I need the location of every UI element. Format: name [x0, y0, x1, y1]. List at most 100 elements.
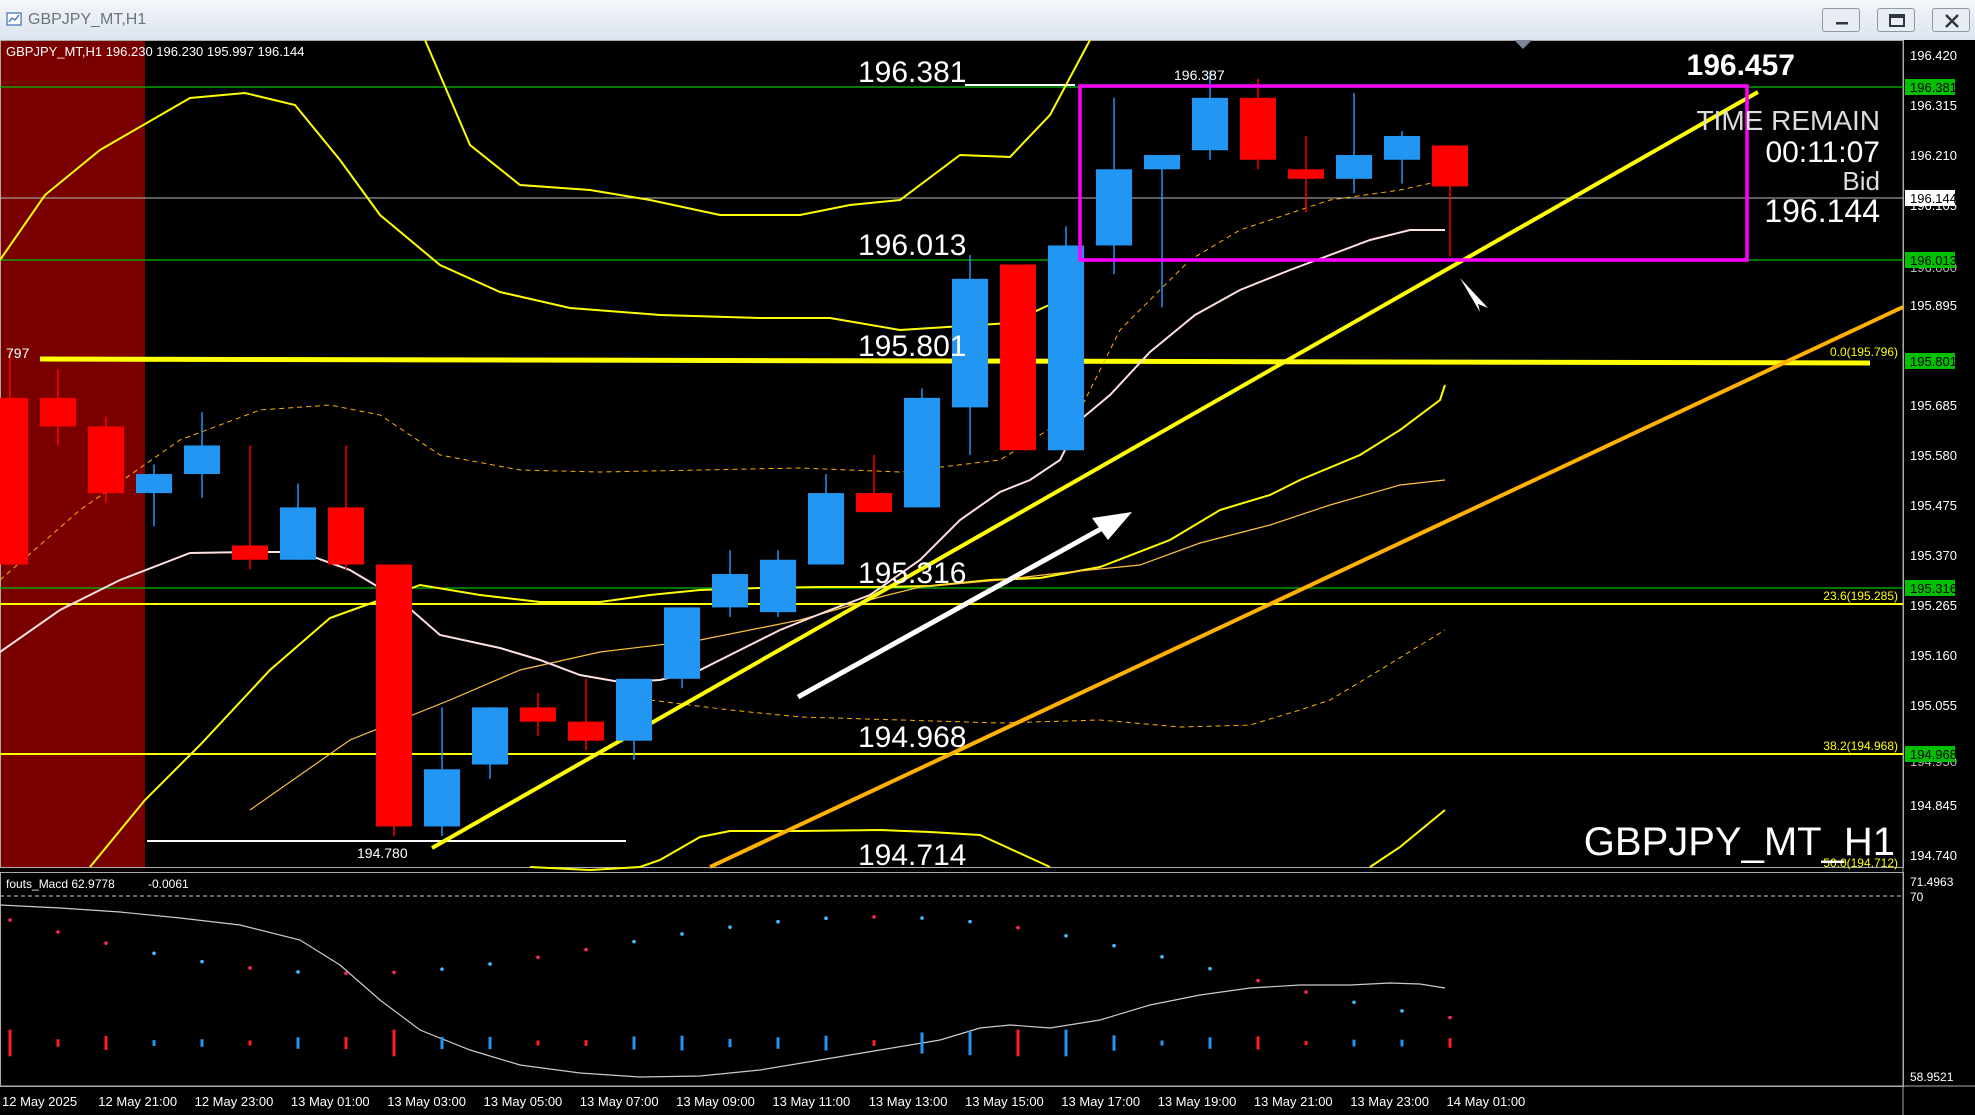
- time-axis-label: 13 May 01:00: [291, 1094, 370, 1109]
- indicator-dot: [632, 939, 636, 944]
- candle-body: [1336, 155, 1372, 179]
- time-remain-label: TIME REMAIN: [1696, 105, 1880, 136]
- chart-window-icon: [6, 12, 22, 26]
- candle-body: [136, 474, 172, 494]
- price-axis-label: 195.685: [1910, 398, 1957, 413]
- indicator-dot: [152, 951, 156, 956]
- indicator-dot: [968, 919, 972, 924]
- level-label-195316: 195.316: [858, 557, 966, 590]
- price-axis-label: 195.370: [1910, 548, 1957, 563]
- price-axis-label: 195.475: [1910, 498, 1957, 513]
- candle-body: [88, 426, 124, 494]
- candle-body: [808, 493, 844, 565]
- time-axis-label: 13 May 13:00: [869, 1094, 948, 1109]
- time-axis-label: 13 May 15:00: [965, 1094, 1044, 1109]
- indicator-dot: [56, 930, 60, 934]
- candle-body: [472, 707, 508, 765]
- price-tag-196013-text: 196.013: [1910, 253, 1957, 268]
- indicator-dot: [584, 947, 588, 952]
- candle-body: [1288, 169, 1324, 179]
- candle: [1000, 264, 1036, 451]
- price-tag-196381-text: 196.381: [1910, 80, 1957, 95]
- price-tag-195801-text: 195.801: [1910, 354, 1957, 369]
- price-axis-label: 195.160: [1910, 648, 1957, 663]
- candle-body: [664, 607, 700, 679]
- candle-body: [1192, 97, 1228, 151]
- indicator-dot: [8, 918, 12, 922]
- indicator-axis-top: 71.4963: [1910, 875, 1954, 889]
- indicator-dot: [1256, 978, 1260, 983]
- indicator-axis-mid: 70: [1910, 890, 1924, 904]
- indicator-dot: [1064, 933, 1068, 938]
- restore-button[interactable]: [1877, 8, 1915, 32]
- candle-body: [280, 507, 316, 560]
- candle: [376, 564, 412, 836]
- price-tag-bid-text: 196.144: [1910, 191, 1957, 206]
- indicator-dot: [920, 916, 924, 920]
- candle-body: [1432, 145, 1468, 187]
- bid-label: Bid: [1842, 166, 1880, 196]
- candle-body: [1048, 245, 1084, 451]
- price-axis-label: 194.845: [1910, 798, 1957, 813]
- window-titlebar: GBPJPY_MT,H1: [0, 0, 1975, 41]
- high-price-top: 196.457: [1687, 49, 1795, 82]
- candle-body: [568, 721, 604, 741]
- left-cut-label: 797: [6, 345, 30, 361]
- candle-body: [904, 397, 940, 508]
- price-axis-label: 195.055: [1910, 698, 1957, 713]
- time-axis-label: 14 May 01:00: [1447, 1094, 1526, 1109]
- candle-body: [376, 564, 412, 827]
- time-axis-label: 13 May 03:00: [387, 1094, 466, 1109]
- time-axis-label: 13 May 19:00: [1158, 1094, 1237, 1109]
- indicator-dot: [1112, 943, 1116, 948]
- candle-body: [760, 559, 796, 613]
- bid-value: 196.144: [1764, 193, 1880, 229]
- time-axis-label: 13 May 09:00: [676, 1094, 755, 1109]
- candle-body: [424, 769, 460, 827]
- indicator-dot: [536, 955, 540, 960]
- chart-info-line: GBPJPY_MT,H1 196.230 196.230 195.997 196…: [6, 44, 305, 59]
- fib-label-236: 23.6(195.285): [1823, 589, 1898, 603]
- price-tag-194968-text: 194.968: [1910, 747, 1957, 762]
- candle-body: [328, 507, 364, 565]
- time-axis-label: 13 May 17:00: [1061, 1094, 1140, 1109]
- close-button[interactable]: [1932, 8, 1970, 32]
- candle-body: [520, 707, 556, 722]
- time-remain-value: 00:11:07: [1765, 136, 1880, 169]
- minimize-button[interactable]: [1822, 8, 1860, 32]
- level-label-196381: 196.381: [858, 56, 966, 89]
- price-axis-label: 196.210: [1910, 148, 1957, 163]
- indicator-dot: [1160, 955, 1164, 959]
- level-label-194714: 194.714: [858, 839, 966, 872]
- time-axis-label: 13 May 21:00: [1254, 1094, 1333, 1109]
- candle: [664, 607, 700, 689]
- price-axis-label: 195.265: [1910, 598, 1957, 613]
- time-axis-label: 13 May 07:00: [580, 1094, 659, 1109]
- time-axis-label: 12 May 21:00: [98, 1094, 177, 1109]
- time-axis-label: 12 May 2025: [2, 1094, 77, 1109]
- price-axis-label: 195.895: [1910, 298, 1957, 313]
- candle-body: [1096, 169, 1132, 246]
- candle-body: [616, 678, 652, 741]
- indicator-dot: [1448, 1015, 1452, 1020]
- price-chart[interactable]: 196.381 196.013 195.801 195.316 194.968 …: [0, 40, 1975, 1115]
- candle-body: [856, 493, 892, 513]
- indicator-dot: [1304, 990, 1308, 994]
- indicator-dot: [680, 932, 684, 936]
- candle-high-label: 196.387: [1174, 67, 1225, 83]
- indicator-dot: [440, 967, 444, 971]
- level-label-195801: 195.801: [858, 330, 966, 363]
- candle-body: [232, 545, 268, 560]
- indicator-dot: [488, 962, 492, 966]
- candle-body: [1240, 97, 1276, 160]
- candle-body: [712, 574, 748, 608]
- fib-label-0: 0.0(195.796): [1830, 345, 1898, 359]
- candle-body: [0, 397, 28, 565]
- indicator-dot: [728, 925, 732, 929]
- price-tag-195316-text: 195.316: [1910, 581, 1957, 596]
- time-axis-label: 13 May 05:00: [484, 1094, 563, 1109]
- close-icon: [1945, 14, 1959, 28]
- indicator-dot: [200, 959, 204, 964]
- time-axis-label: 12 May 23:00: [195, 1094, 274, 1109]
- window-title: GBPJPY_MT,H1: [28, 11, 147, 28]
